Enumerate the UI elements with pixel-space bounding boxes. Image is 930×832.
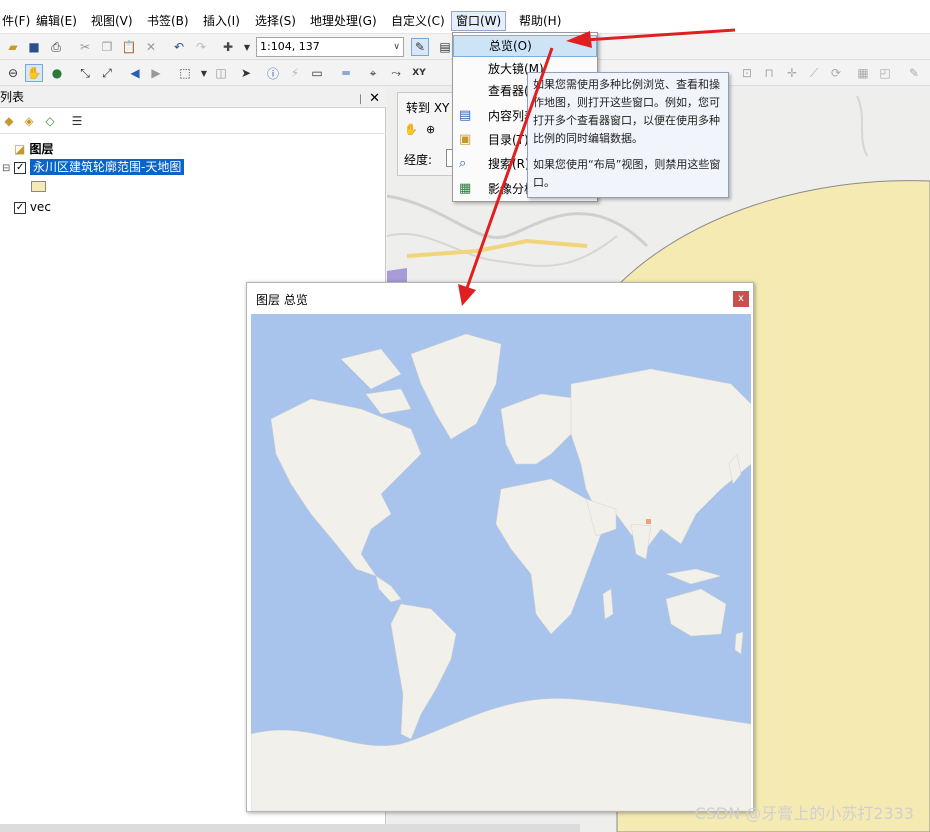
watermark: CSDN @牙膏上的小苏打2333 <box>694 804 914 823</box>
arrow-to-overview-menu <box>584 28 736 42</box>
arrowhead-icon <box>458 284 476 306</box>
annotation-arrows <box>458 28 736 306</box>
arrow-to-overview-window <box>465 47 554 289</box>
arrowhead-icon <box>566 31 592 48</box>
horizontal-scrollbar[interactable] <box>0 824 580 832</box>
